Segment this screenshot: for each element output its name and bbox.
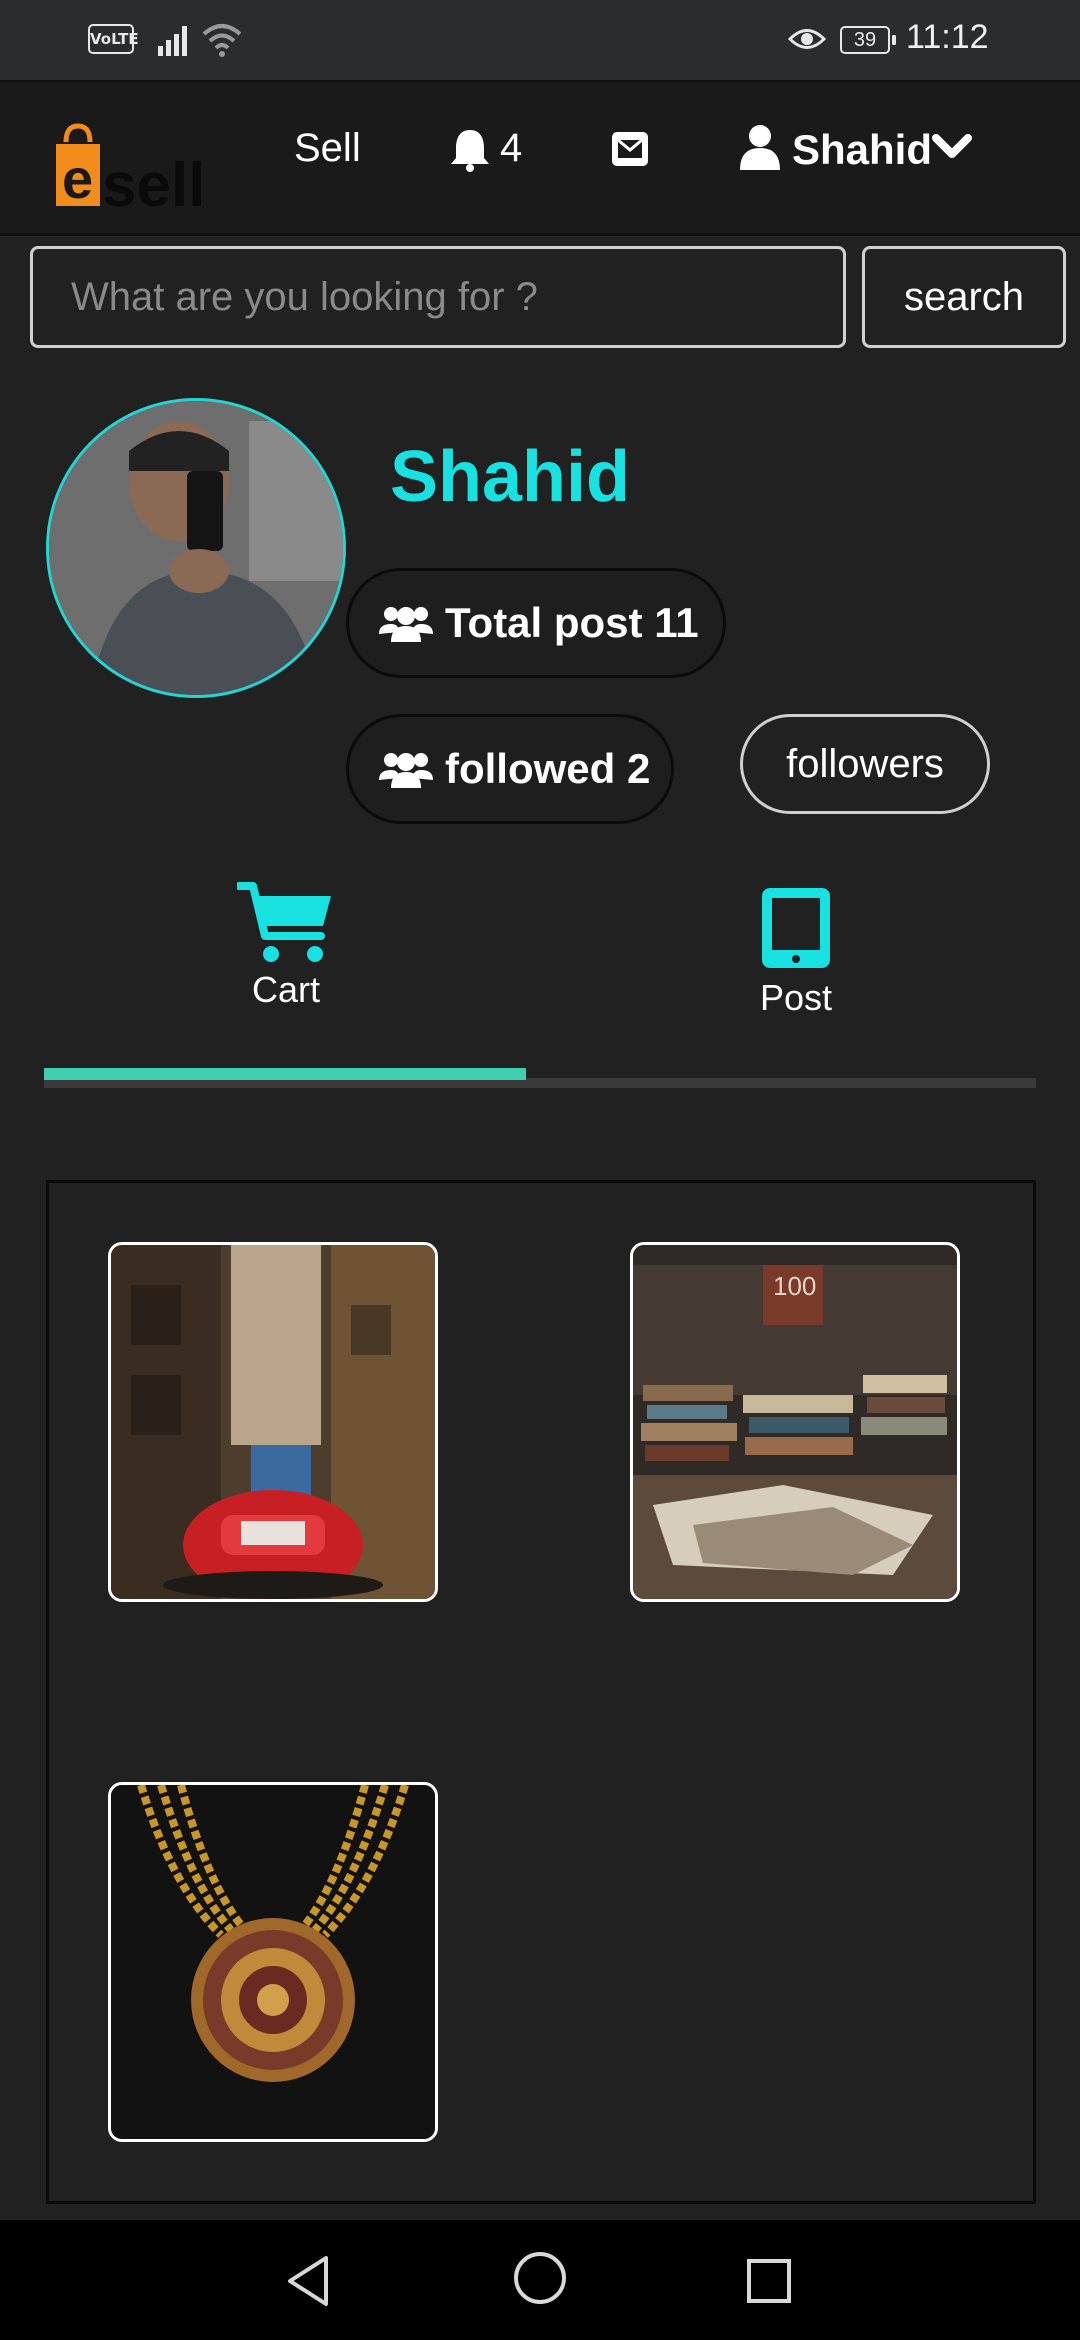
system-navigation-bar	[0, 2220, 1080, 2340]
followed-badge[interactable]: followed 2	[346, 714, 674, 824]
battery-indicator: 39	[840, 26, 896, 54]
tablet-icon	[762, 888, 830, 968]
profile-name: Shahid	[390, 437, 631, 517]
esell-logo[interactable]: e sell	[52, 122, 212, 212]
search-button[interactable]: search	[862, 246, 1066, 348]
status-bar: VoLTE 39 11:12	[0, 0, 1080, 80]
car-street-image	[111, 1245, 435, 1599]
volte-badge: VoLTE	[88, 24, 139, 54]
account-username[interactable]: Shahid	[792, 126, 932, 174]
users-icon	[379, 753, 433, 788]
svg-text:sell: sell	[102, 151, 205, 212]
chevron-down-icon[interactable]	[932, 134, 972, 162]
wifi-icon	[202, 24, 242, 57]
tab-cart-label: Cart	[251, 969, 320, 1010]
eye-comfort-icon	[788, 29, 826, 49]
books-image: 100	[633, 1245, 957, 1599]
cart-icon	[235, 882, 331, 962]
users-icon	[379, 607, 433, 642]
signal-icon	[158, 26, 187, 56]
svg-text:e: e	[62, 147, 93, 210]
top-navbar: e sell Sell 4 Shahid	[0, 80, 1080, 236]
avatar-photo	[49, 401, 343, 695]
total-post-label: Total post 11	[445, 599, 699, 646]
recent-apps-icon[interactable]	[746, 2258, 792, 2304]
clock: 11:12	[906, 18, 989, 56]
cart-item-card[interactable]: 100	[630, 1242, 960, 1602]
tab-post-label: Post	[759, 977, 833, 1018]
notification-count[interactable]: 4	[500, 126, 522, 171]
followers-button[interactable]: followers	[740, 714, 990, 814]
tab-indicator-active	[44, 1068, 526, 1080]
mail-icon[interactable]	[610, 130, 650, 168]
cart-item-card[interactable]	[108, 1242, 438, 1602]
bell-icon[interactable]	[448, 126, 492, 172]
sell-link[interactable]: Sell	[294, 126, 361, 171]
tab-post[interactable]: Post	[696, 884, 896, 1019]
cart-item-card[interactable]	[108, 1782, 438, 2142]
home-icon[interactable]	[512, 2250, 568, 2306]
avatar[interactable]	[46, 398, 346, 698]
necklace-image	[111, 1785, 435, 2139]
back-icon[interactable]	[284, 2254, 332, 2308]
user-icon[interactable]	[738, 124, 782, 170]
search-input[interactable]	[30, 246, 846, 348]
total-post-badge[interactable]: Total post 11	[346, 568, 726, 678]
tab-cart[interactable]: Cart	[186, 880, 386, 1011]
followed-label: followed 2	[445, 745, 651, 792]
svg-text:100: 100	[773, 1271, 816, 1301]
